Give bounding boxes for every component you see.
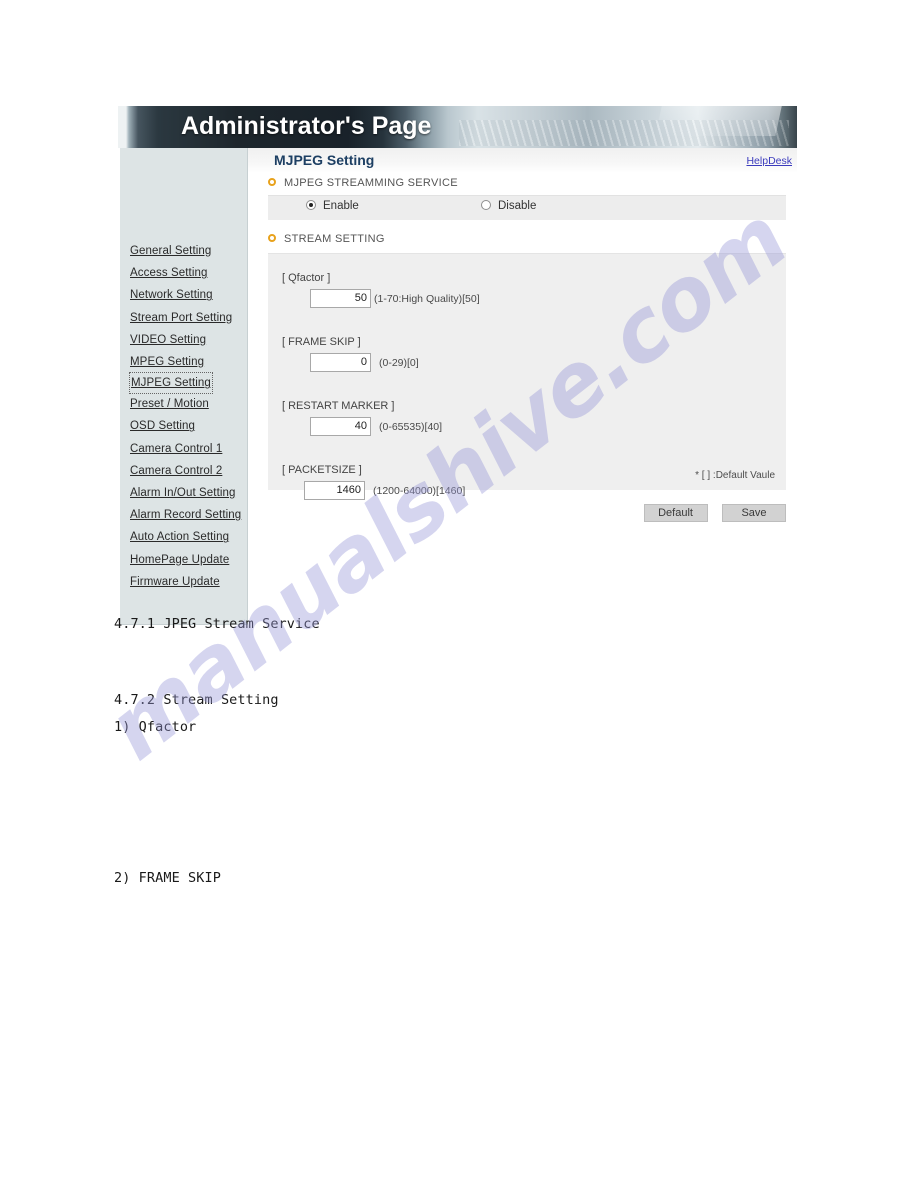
- doc-item-frame-skip: 2) FRAME SKIP: [114, 870, 221, 886]
- radio-disable[interactable]: Disable: [481, 199, 537, 212]
- sidebar-menu: General Setting Access Setting Network S…: [120, 240, 247, 593]
- packetsize-input[interactable]: 1460: [304, 481, 365, 500]
- sidebar-item-camera-control-1[interactable]: Camera Control 1: [130, 438, 247, 460]
- radio-disable-label: Disable: [498, 200, 537, 212]
- streaming-service-title-text: MJPEG STREAMMING SERVICE: [284, 177, 458, 189]
- doc-item-qfactor: 1) Qfactor: [114, 719, 197, 735]
- field-qfactor: [ Qfactor ] 50 (1-70:High Quality)[50]: [282, 272, 480, 308]
- frame-skip-input[interactable]: 0: [310, 353, 371, 372]
- restart-marker-input[interactable]: 40: [310, 417, 371, 436]
- laptop-keyboard-image: [459, 120, 789, 146]
- field-frame-skip-row: 0 (0-29)[0]: [282, 353, 419, 372]
- page-title: MJPEG Setting: [274, 152, 375, 168]
- radio-enable[interactable]: Enable: [306, 199, 359, 212]
- restart-marker-hint: (0-65535)[40]: [379, 420, 443, 433]
- sidebar-item-alarm-record-setting[interactable]: Alarm Record Setting: [130, 504, 247, 526]
- content-header: MJPEG Setting HelpDesk: [248, 148, 797, 173]
- sidebar-item-network-setting[interactable]: Network Setting: [130, 284, 247, 306]
- button-row: Default Save: [268, 503, 786, 522]
- sidebar-item-auto-action-setting[interactable]: Auto Action Setting: [130, 526, 247, 548]
- sidebar-item-stream-port-setting[interactable]: Stream Port Setting: [130, 307, 247, 329]
- radio-enable-label: Enable: [323, 200, 359, 212]
- frame-skip-hint: (0-29)[0]: [379, 356, 419, 369]
- qfactor-hint: (1-70:High Quality)[50]: [374, 292, 480, 305]
- field-qfactor-label: [ Qfactor ]: [282, 272, 331, 284]
- doc-heading-4-7-2: 4.7.2 Stream Setting: [114, 692, 279, 708]
- page-banner: Administrator's Page: [118, 106, 797, 148]
- field-restart-marker: [ RESTART MARKER ] 40 (0-65535)[40]: [282, 400, 442, 436]
- field-restart-marker-row: 40 (0-65535)[40]: [282, 417, 442, 436]
- sidebar-item-camera-control-2[interactable]: Camera Control 2: [130, 460, 247, 482]
- sidebar-item-osd-setting[interactable]: OSD Setting: [130, 415, 247, 437]
- sidebar-item-access-setting[interactable]: Access Setting: [130, 262, 247, 284]
- packetsize-hint: (1200-64000)[1460]: [373, 484, 466, 497]
- sidebar-item-alarm-in-out-setting[interactable]: Alarm In/Out Setting: [130, 482, 247, 504]
- sidebar-item-firmware-update[interactable]: Firmware Update: [130, 571, 247, 593]
- field-packetsize-label: [ PACKETSIZE ]: [282, 464, 362, 476]
- sidebar-item-mpeg-setting[interactable]: MPEG Setting: [130, 351, 247, 373]
- banner-title: Administrator's Page: [181, 112, 432, 140]
- stream-setting-section-title: STREAM SETTING: [268, 233, 385, 245]
- radio-enable-circle[interactable]: [306, 199, 316, 210]
- field-frame-skip-label: [ FRAME SKIP ]: [282, 336, 361, 348]
- radio-disable-circle[interactable]: [481, 199, 491, 210]
- field-packetsize-row: 1460 (1200-64000)[1460]: [282, 481, 465, 500]
- sidebar: General Setting Access Setting Network S…: [120, 148, 248, 625]
- admin-page: Administrator's Page General Setting Acc…: [118, 106, 797, 625]
- content-inner: MJPEG STREAMMING SERVICE Enable Disable …: [248, 173, 797, 625]
- doc-heading-4-7-1: 4.7.1 JPEG Stream Service: [114, 616, 320, 632]
- save-button[interactable]: Save: [722, 504, 786, 522]
- content-area: MJPEG Setting HelpDesk MJPEG STREAMMING …: [248, 148, 797, 625]
- sidebar-item-homepage-update[interactable]: HomePage Update: [130, 549, 247, 571]
- field-frame-skip: [ FRAME SKIP ] 0 (0-29)[0]: [282, 336, 419, 372]
- stream-setting-title-text: STREAM SETTING: [284, 233, 385, 245]
- sidebar-item-video-setting[interactable]: VIDEO Setting: [130, 329, 247, 351]
- streaming-service-section-title: MJPEG STREAMMING SERVICE: [268, 177, 458, 189]
- field-qfactor-row: 50 (1-70:High Quality)[50]: [282, 289, 480, 308]
- default-value-note: * [ ] :Default Vaule: [695, 470, 775, 481]
- bullet-icon: [268, 234, 276, 243]
- field-restart-marker-label: [ RESTART MARKER ]: [282, 400, 395, 412]
- sidebar-item-general-setting[interactable]: General Setting: [130, 240, 247, 262]
- field-packetsize: [ PACKETSIZE ] 1460 (1200-64000)[1460]: [282, 464, 465, 500]
- sidebar-item-mjpeg-setting[interactable]: MJPEG Setting: [129, 372, 213, 395]
- streaming-service-panel: Enable Disable: [268, 195, 786, 220]
- qfactor-input[interactable]: 50: [310, 289, 371, 308]
- helpdesk-link[interactable]: HelpDesk: [746, 155, 792, 167]
- bullet-icon: [268, 178, 276, 187]
- default-button[interactable]: Default: [643, 504, 708, 522]
- stream-setting-panel: [ Qfactor ] 50 (1-70:High Quality)[50] […: [268, 253, 786, 500]
- sidebar-item-preset-motion[interactable]: Preset / Motion: [130, 393, 247, 415]
